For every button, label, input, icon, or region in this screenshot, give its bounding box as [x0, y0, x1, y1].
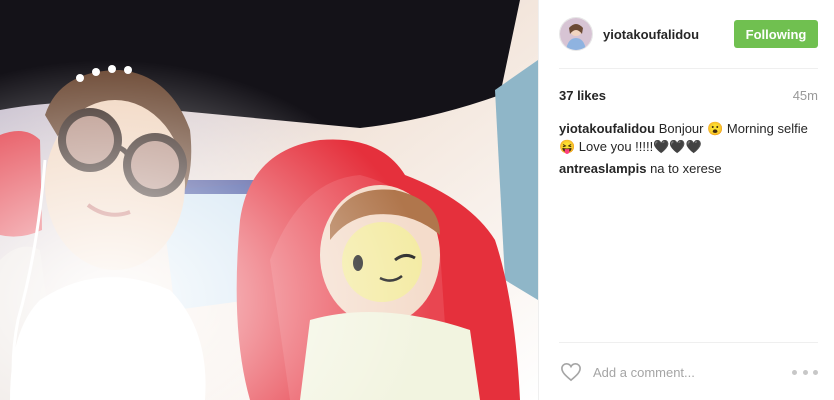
comments-list: yiotakoufalidou Bonjour 😮 Morning selfie… [559, 120, 818, 182]
footer-divider [559, 342, 818, 343]
post-sidebar: yiotakoufalidou Following 37 likes 45m y… [538, 0, 834, 400]
like-button[interactable] [559, 360, 583, 384]
author-username[interactable]: yiotakoufalidou [603, 27, 734, 42]
add-comment-input[interactable] [591, 363, 792, 381]
following-button[interactable]: Following [734, 20, 818, 48]
comment-text: na to xerese [650, 161, 722, 176]
post-photo[interactable] [0, 0, 538, 400]
post-time[interactable]: 45m [793, 88, 818, 103]
more-options-button[interactable] [792, 362, 818, 382]
ellipsis-icon [802, 369, 808, 375]
profile-avatar[interactable] [559, 17, 593, 51]
comment-username[interactable]: yiotakoufalidou [559, 121, 655, 136]
ellipsis-icon [792, 369, 797, 375]
comment-item: yiotakoufalidou Bonjour 😮 Morning selfie… [559, 120, 818, 156]
comment-username[interactable]: antreaslampis [559, 161, 646, 176]
ellipsis-icon [813, 369, 818, 375]
likes-row: 37 likes 45m [559, 86, 818, 104]
comment-item: antreaslampis na to xerese [559, 160, 818, 178]
likes-count[interactable]: 37 likes [559, 88, 606, 103]
heart-outline-icon [561, 362, 581, 382]
comment-bar [559, 357, 818, 387]
header-divider [559, 68, 818, 69]
post-header: yiotakoufalidou Following [559, 14, 818, 54]
